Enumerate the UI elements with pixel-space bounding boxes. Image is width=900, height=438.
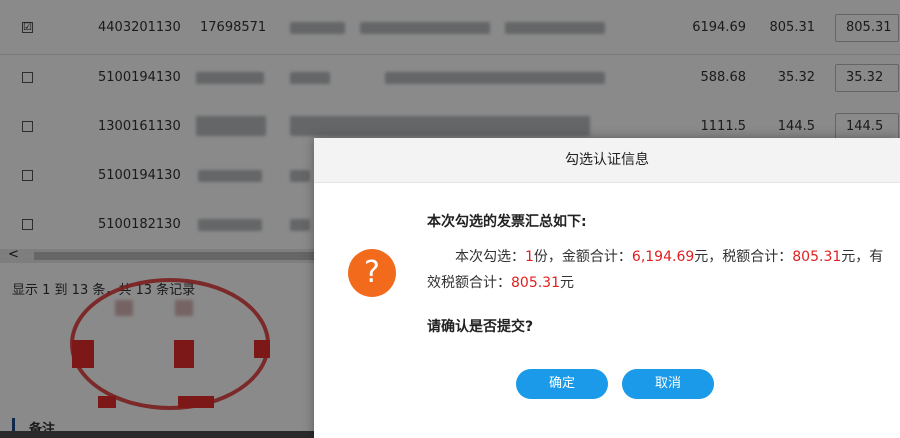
cancel-button[interactable]: 取消 — [622, 369, 714, 399]
dialog-message: 本次勾选：1份，金额合计：6,194.69元，税额合计：805.31元，有效税额… — [427, 244, 897, 296]
confirm-question: 请确认是否提交? — [427, 319, 534, 335]
question-icon: ? — [348, 249, 396, 297]
message-prefix: 本次勾选： — [455, 249, 525, 265]
dialog-heading: 本次勾选的发票汇总如下: — [427, 214, 587, 230]
ok-button[interactable]: 确定 — [516, 369, 608, 399]
valid-tax-total: 805.31 — [511, 275, 560, 291]
message-text: 份，金额合计： — [533, 249, 632, 265]
dialog-title: 勾选认证信息 — [314, 138, 900, 183]
selected-count: 1 — [525, 249, 534, 265]
message-text: 元，税额合计： — [694, 249, 793, 265]
message-text: 元 — [560, 275, 574, 291]
amount-total: 6,194.69 — [631, 249, 695, 265]
confirm-dialog: 勾选认证信息 ? 本次勾选的发票汇总如下: 本次勾选：1份，金额合计：6,194… — [314, 138, 900, 438]
tax-total: 805.31 — [792, 249, 842, 265]
